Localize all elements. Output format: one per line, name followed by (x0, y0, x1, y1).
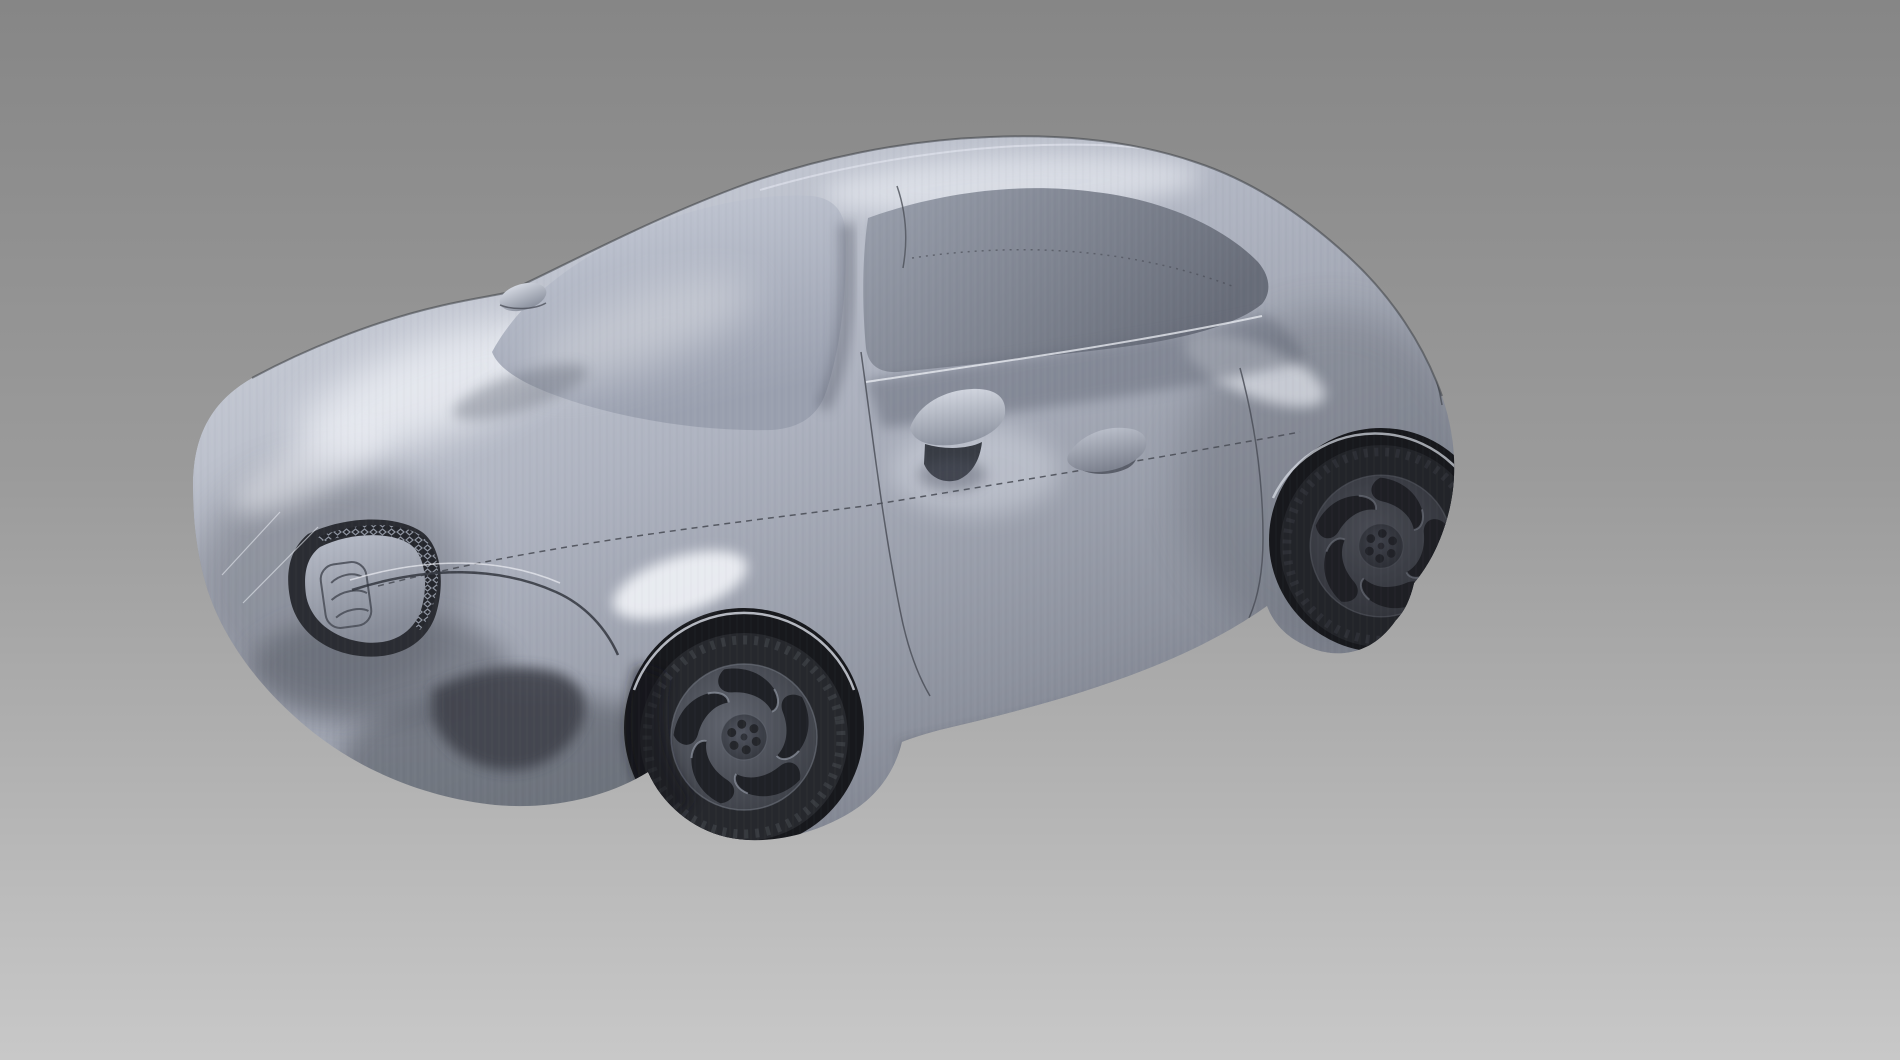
viewport-canvas[interactable]: 3D CAD viewport render: silver concept h… (0, 0, 1900, 1060)
cad-stage: 3D CAD viewport render: silver concept h… (0, 0, 1900, 1060)
